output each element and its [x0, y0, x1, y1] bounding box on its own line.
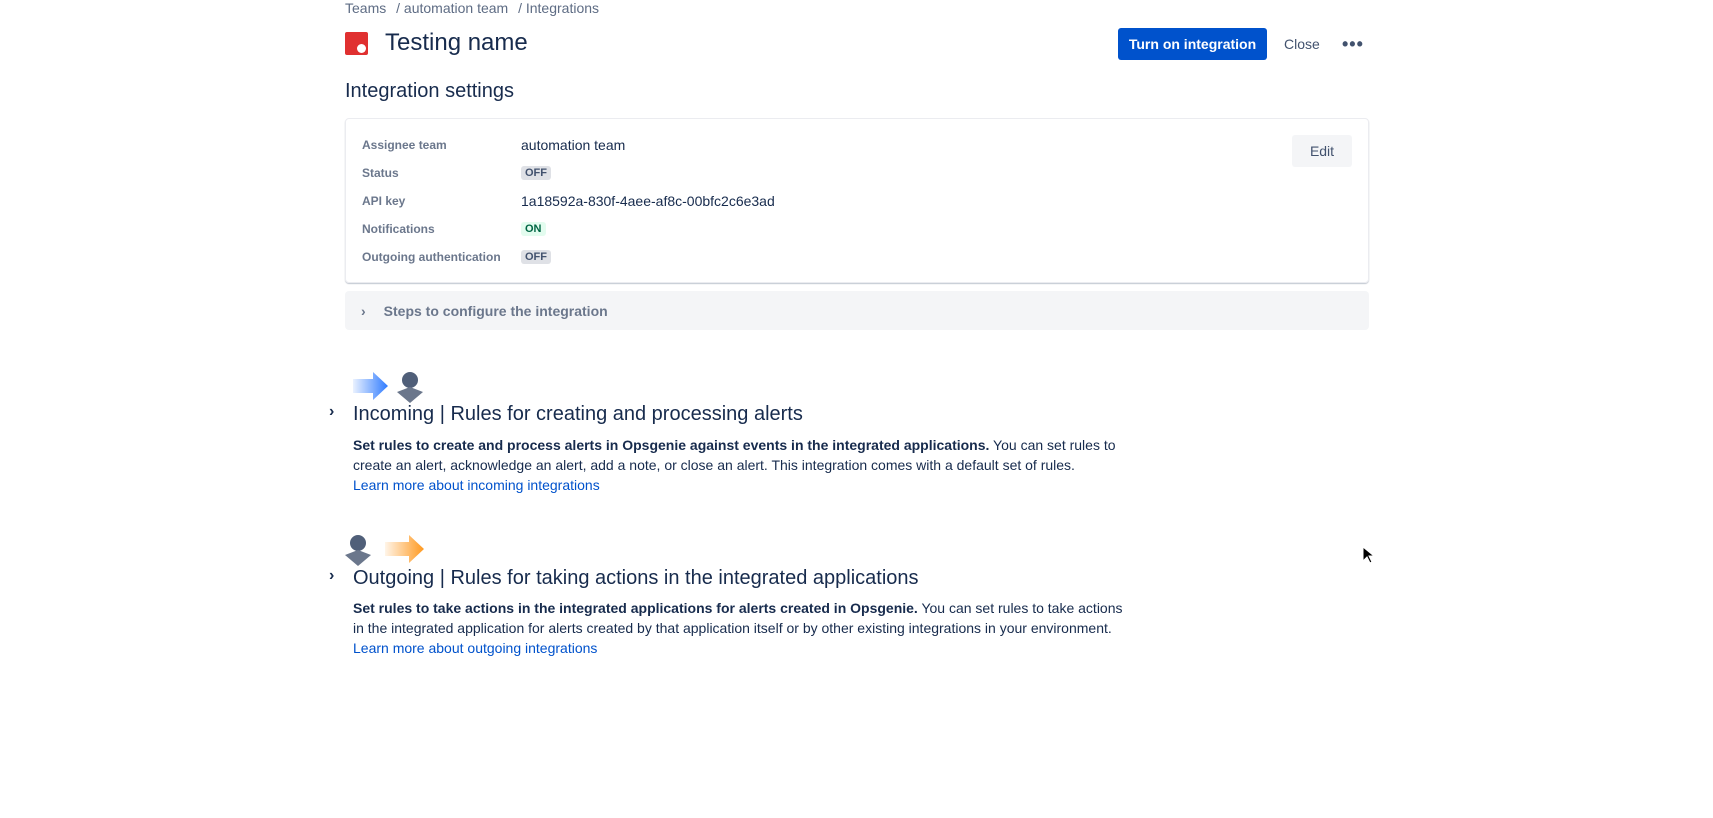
outgoing-expand-icon[interactable]: ›	[329, 567, 334, 585]
settings-card: Assignee team automation team Status OFF A…	[345, 118, 1369, 283]
row-notifications: Notifications ON	[362, 219, 546, 239]
row-assignee-team: Assignee team automation team	[362, 135, 625, 155]
row-value: 1a18592a-830f-4aee-af8c-00bfc2c6e3ad	[521, 193, 775, 209]
breadcrumb: Teams / automation team / Integrations	[345, 0, 605, 16]
row-outgoing-auth: Outgoing authentication OFF	[362, 247, 551, 267]
row-value: automation team	[521, 137, 626, 153]
steps-expander[interactable]: › Steps to configure the integration	[345, 291, 1369, 330]
outgoing-heading[interactable]: Outgoing | Rules for taking actions in t…	[353, 567, 919, 590]
row-label: Assignee team	[362, 138, 447, 152]
status-badge: OFF	[521, 166, 551, 180]
outgoing-bold: Set rules to take actions in the integra…	[353, 600, 918, 616]
incoming-expand-icon[interactable]: ›	[329, 403, 334, 421]
row-label: Status	[362, 166, 399, 180]
outgoing-learn-more-link[interactable]: Learn more about outgoing integrations	[353, 640, 597, 656]
breadcrumb-team[interactable]: / automation team	[396, 0, 508, 16]
integration-logo-icon	[345, 32, 368, 55]
incoming-learn-more-link[interactable]: Learn more about incoming integrations	[353, 477, 600, 493]
incoming-description: Set rules to create and process alerts i…	[353, 435, 1128, 495]
steps-label: Steps to configure the integration	[383, 302, 608, 319]
outgoing-description: Set rules to take actions in the integra…	[353, 598, 1128, 658]
edit-button[interactable]: Edit	[1292, 135, 1352, 167]
row-label: Notifications	[362, 222, 435, 236]
settings-heading: Integration settings	[345, 80, 514, 102]
outgoing-illustration-icon	[345, 535, 424, 566]
turn-on-integration-button[interactable]: Turn on integration	[1118, 28, 1267, 60]
breadcrumb-teams[interactable]: Teams	[345, 0, 386, 16]
outgoing-auth-badge: OFF	[521, 250, 551, 264]
row-status: Status OFF	[362, 163, 551, 183]
row-api-key: API key 1a18592a-830f-4aee-af8c-00bfc2c6e…	[362, 191, 775, 211]
close-button[interactable]: Close	[1284, 28, 1320, 60]
row-label: API key	[362, 194, 406, 208]
more-options-icon[interactable]: •••	[1342, 28, 1364, 60]
chevron-right-icon: ›	[361, 302, 366, 319]
notifications-badge: ON	[521, 222, 546, 236]
page-title: Testing name	[385, 29, 528, 56]
mouse-cursor-icon	[1362, 546, 1374, 564]
incoming-illustration-icon	[353, 372, 423, 403]
row-label: Outgoing authentication	[362, 250, 501, 264]
incoming-heading[interactable]: Incoming | Rules for creating and proces…	[353, 403, 803, 426]
incoming-bold: Set rules to create and process alerts i…	[353, 437, 990, 453]
breadcrumb-integrations[interactable]: / Integrations	[518, 0, 599, 16]
